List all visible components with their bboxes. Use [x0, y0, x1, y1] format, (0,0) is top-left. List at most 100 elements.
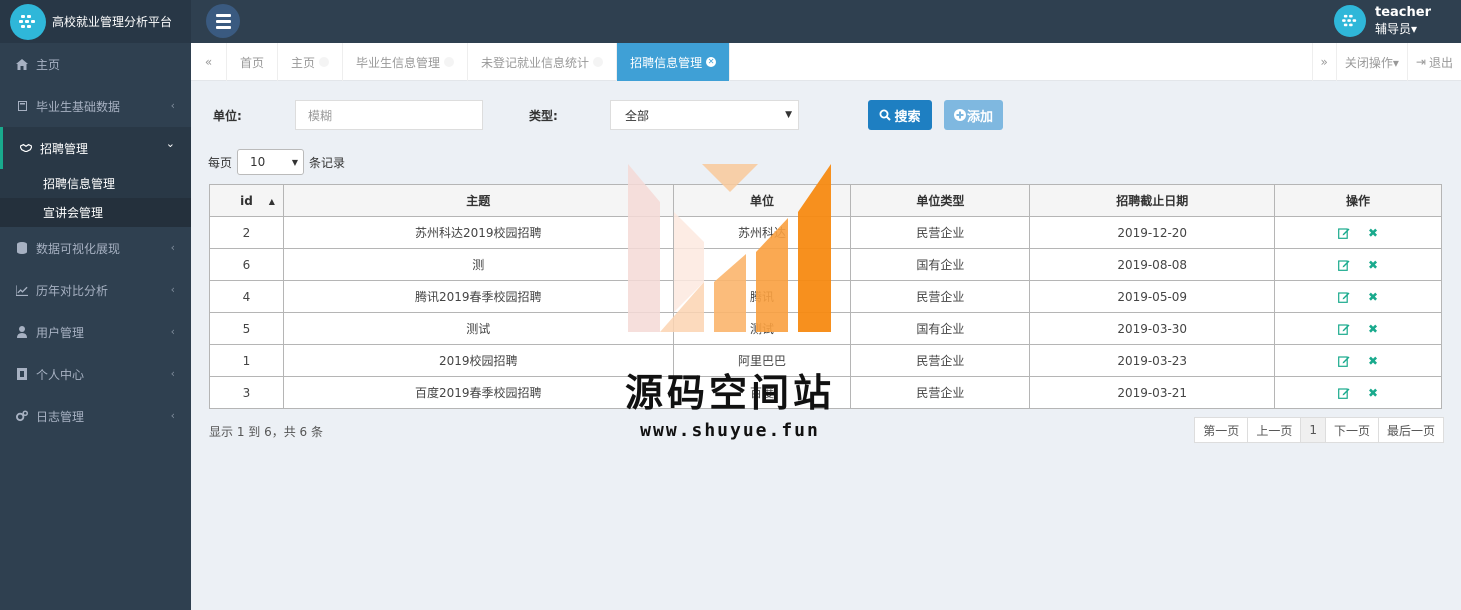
chevron-left-icon: ‹: [170, 367, 175, 380]
table-row: 3 百度2019春季校园招聘 百度 民营企业 2019-03-21 ✖: [209, 376, 1442, 409]
tab-home[interactable]: 首页: [227, 43, 279, 81]
line-chart-icon: [16, 284, 28, 296]
sidebar-item-personal-center[interactable]: 个人中心 ‹: [0, 353, 191, 395]
column-header-topic[interactable]: 主题: [282, 184, 674, 217]
submenu-item-recruit-info[interactable]: 招聘信息管理: [0, 169, 191, 198]
logout-button[interactable]: ⇥ 退出: [1406, 43, 1461, 81]
next-page-button[interactable]: 下一页: [1324, 417, 1379, 443]
page-number-1[interactable]: 1: [1300, 417, 1326, 443]
menu-toggle-button[interactable]: [206, 4, 240, 38]
column-header-unit-type[interactable]: 单位类型: [850, 184, 1031, 217]
unit-search-input[interactable]: 模糊: [295, 100, 483, 130]
user-icon: [16, 326, 28, 338]
last-page-button[interactable]: 最后一页: [1377, 417, 1444, 443]
row-actions: ✖: [1274, 248, 1442, 281]
brand-title: 高校就业管理分析平台: [52, 15, 173, 29]
pagination-summary: 显示 1 到 6，共 6 条: [209, 425, 323, 439]
row-actions: ✖: [1274, 376, 1442, 409]
tabs-scroll-left-button[interactable]: «: [191, 43, 227, 81]
type-select[interactable]: 全部 ▼: [610, 100, 799, 130]
plus-circle-icon: [953, 109, 966, 121]
sidebar-item-label: 招聘管理: [40, 141, 89, 156]
chevron-left-icon: ‹: [170, 325, 175, 338]
logo-icon: [10, 3, 46, 40]
user-role-dropdown[interactable]: 辅导员▾: [1375, 21, 1431, 37]
sidebar-item-home[interactable]: 主页: [0, 43, 191, 85]
page-size-control: 每页 10 ▼ 条记录: [208, 149, 345, 175]
unit-label: 单位:: [213, 109, 242, 123]
sidebar-item-label: 用户管理: [36, 325, 85, 340]
top-navbar: teacher 辅导员▾: [191, 0, 1461, 43]
user-menu[interactable]: teacher 辅导员▾: [1334, 5, 1431, 37]
column-header-actions: 操作: [1274, 184, 1442, 217]
table-row: 1 2019校园招聘 阿里巴巴 民营企业 2019-03-23 ✖: [209, 344, 1442, 377]
prev-page-button[interactable]: 上一页: [1247, 417, 1302, 443]
edit-icon[interactable]: [1338, 387, 1350, 399]
sidebar-item-graduate-data[interactable]: 毕业生基础数据 ‹: [0, 85, 191, 127]
handshake-icon: [20, 142, 32, 154]
chevron-left-icon: ‹: [170, 99, 175, 112]
search-icon: [879, 109, 892, 121]
database-icon: [16, 242, 28, 254]
chevron-left-icon: ‹: [170, 241, 175, 254]
close-icon[interactable]: ✕: [706, 57, 717, 67]
close-icon[interactable]: [593, 57, 604, 67]
search-button[interactable]: 搜索: [868, 100, 932, 130]
avatar: [1334, 5, 1366, 37]
table-row: 6 测 国有企业 2019-08-08 ✖: [209, 248, 1442, 281]
main-content: 单位: 模糊 类型: 全部 ▼ 搜索 添加 每页 10 ▼ 条记录 id ▲ 主题…: [191, 81, 1461, 610]
home-icon: [16, 58, 28, 70]
delete-icon[interactable]: ✖: [1368, 386, 1378, 400]
id-card-icon: [16, 368, 28, 380]
tab-unregistered-stats[interactable]: 未登记就业信息统计: [468, 43, 618, 81]
gears-icon: [16, 410, 28, 422]
add-button[interactable]: 添加: [944, 100, 1003, 130]
close-icon[interactable]: [444, 57, 455, 67]
delete-icon[interactable]: ✖: [1368, 354, 1378, 368]
delete-icon[interactable]: ✖: [1368, 258, 1378, 272]
tab-graduate-info[interactable]: 毕业生信息管理: [343, 43, 469, 81]
sidebar-item-data-visualization[interactable]: 数据可视化展现 ‹: [0, 227, 191, 269]
page-tabs-bar: « 首页 主页 毕业生信息管理 未登记就业信息统计 招聘信息管理 ✕ » 关闭操作…: [191, 43, 1461, 81]
row-actions: ✖: [1274, 216, 1442, 249]
column-header-deadline[interactable]: 招聘截止日期: [1029, 184, 1276, 217]
edit-icon[interactable]: [1338, 259, 1350, 271]
hamburger-icon: [215, 13, 231, 17]
delete-icon[interactable]: ✖: [1368, 226, 1378, 240]
edit-icon[interactable]: [1338, 291, 1350, 303]
tab-main[interactable]: 主页: [278, 43, 344, 81]
tab-recruit-info[interactable]: 招聘信息管理 ✕: [617, 43, 731, 81]
delete-icon[interactable]: ✖: [1368, 290, 1378, 304]
sidebar-item-recruitment[interactable]: 招聘管理 ⌄: [0, 127, 191, 169]
sidebar-item-user-management[interactable]: 用户管理 ‹: [0, 311, 191, 353]
row-actions: ✖: [1274, 312, 1442, 345]
edit-icon[interactable]: [1338, 355, 1350, 367]
column-header-unit[interactable]: 单位: [672, 184, 852, 217]
sidebar-item-log-management[interactable]: 日志管理 ‹: [0, 395, 191, 437]
sidebar-item-label: 数据可视化展现: [36, 241, 121, 256]
delete-icon[interactable]: ✖: [1368, 322, 1378, 336]
page-size-select[interactable]: 10 ▼: [237, 149, 305, 175]
sidebar-item-label: 日志管理: [36, 409, 85, 424]
close-operations-dropdown[interactable]: 关闭操作▾: [1335, 43, 1407, 81]
recruitment-table: id ▲ 主题 单位 单位类型 招聘截止日期 操作 2 苏州科达2019校园招聘 …: [209, 184, 1442, 409]
edit-icon[interactable]: [1338, 323, 1350, 335]
first-page-button[interactable]: 第一页: [1194, 417, 1249, 443]
edit-icon[interactable]: [1338, 227, 1350, 239]
submenu-item-seminar[interactable]: 宣讲会管理: [0, 198, 191, 227]
caret-down-icon: ▼: [785, 110, 792, 120]
sidebar: 高校就业管理分析平台 主页 毕业生基础数据 ‹ 招聘管理 ⌄ 招聘信息管理 宣讲…: [0, 0, 191, 610]
chevron-left-icon: ‹: [170, 283, 175, 296]
sidebar-item-label: 个人中心: [36, 367, 85, 382]
sign-out-icon: ⇥: [1415, 55, 1426, 69]
column-header-id[interactable]: id ▲: [209, 184, 284, 217]
sort-asc-icon: ▲: [268, 197, 275, 206]
sidebar-item-yearly-comparison[interactable]: 历年对比分析 ‹: [0, 269, 191, 311]
type-label: 类型:: [529, 109, 558, 123]
table-row: 4 腾讯2019春季校园招聘 腾讯 民营企业 2019-05-09 ✖: [209, 280, 1442, 313]
tabs-scroll-right-button[interactable]: »: [1311, 43, 1336, 81]
recruitment-submenu: 招聘信息管理 宣讲会管理: [0, 169, 191, 227]
table-row: 5 测试 测试 国有企业 2019-03-30 ✖: [209, 312, 1442, 345]
close-icon[interactable]: [319, 57, 330, 67]
brand[interactable]: 高校就业管理分析平台: [0, 0, 191, 43]
